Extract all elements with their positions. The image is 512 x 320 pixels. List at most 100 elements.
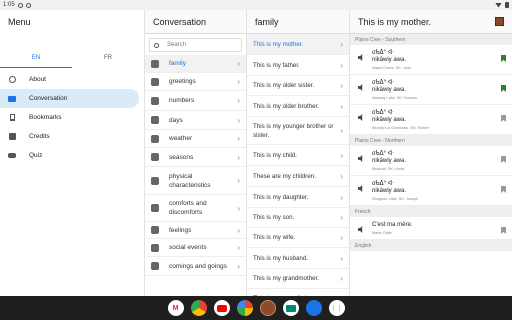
phrase-item[interactable]: This is my husband. ›: [247, 248, 349, 269]
chevron-right-icon: ›: [340, 60, 343, 70]
speaker-icon[interactable]: [358, 114, 363, 121]
bookmark-icon[interactable]: [501, 115, 506, 122]
category-item[interactable]: weather ›: [145, 130, 246, 148]
translation-body: σᑲᐃᐢ ᐊᐧ nikâwiy awa. Maskeg Lake, SK: Dolo…: [372, 80, 501, 101]
phrase-label: This is my son.: [253, 214, 295, 221]
menu-item-conversation[interactable]: Conversation: [0, 89, 139, 108]
status-time: 1:05: [3, 2, 15, 8]
translation-text: nikâwiy awa.: [372, 158, 407, 164]
translation-text: C'est ma mère.: [372, 222, 413, 228]
speaker-icon[interactable]: [358, 185, 363, 192]
category-item[interactable]: days ›: [145, 111, 246, 130]
chevron-right-icon: ›: [340, 253, 343, 263]
phrase-item[interactable]: This is my older sister. ›: [247, 76, 349, 96]
comforts-icon: [151, 204, 159, 212]
menu-item-label: Conversation: [29, 95, 68, 102]
photos-icon[interactable]: [236, 300, 253, 316]
menu-item-label: Quiz: [29, 152, 43, 159]
phrase-item[interactable]: These are my children. ›: [247, 166, 349, 187]
category-item[interactable]: numbers ›: [145, 91, 246, 111]
phrase-item[interactable]: This is my wife. ›: [247, 228, 349, 248]
phrase-item[interactable]: This is my older brother. ›: [247, 96, 349, 117]
speaker-icon[interactable]: [358, 84, 363, 91]
phrase-label: This is my older sister.: [253, 82, 315, 89]
gmail-icon[interactable]: M: [167, 300, 184, 316]
meet-icon[interactable]: [282, 300, 299, 316]
categories-title: Conversation: [145, 10, 246, 34]
category-item[interactable]: comforts and discomforts ›: [145, 195, 246, 222]
heart-icon: [151, 226, 159, 234]
category-label: comforts and discomforts: [169, 200, 207, 216]
menu-item-about[interactable]: About: [0, 70, 139, 89]
chevron-right-icon: ›: [237, 96, 240, 105]
speaker-icon[interactable]: [358, 54, 363, 61]
category-item[interactable]: family ›: [145, 55, 246, 73]
phrase-item[interactable]: This is my younger brother or sister. ›: [247, 117, 349, 145]
speaker-icon[interactable]: [358, 226, 363, 233]
category-item[interactable]: seasons ›: [145, 148, 246, 167]
syllabics-text: σᑲᐃᐢ ᐊᐧ: [372, 110, 394, 116]
chevron-right-icon: ›: [237, 115, 240, 125]
phrase-label: This is my mother.: [253, 40, 304, 48]
search-input[interactable]: Search: [149, 38, 242, 52]
chevron-right-icon: ›: [340, 39, 343, 49]
category-item[interactable]: comings and goings ›: [145, 257, 246, 276]
chevron-right-icon: ›: [340, 233, 343, 242]
phrase-item[interactable]: This is my grandmother. ›: [247, 269, 349, 289]
bookmark-icon[interactable]: [501, 227, 506, 234]
bookmark-icon[interactable]: [501, 85, 506, 92]
bookmark-icon[interactable]: [501, 156, 506, 163]
menu-item-bookmarks[interactable]: Bookmarks: [0, 108, 139, 127]
notification-icon: [17, 2, 23, 8]
phrase-item[interactable]: This is my mother. ›: [247, 34, 349, 55]
menu-item-quiz[interactable]: Quiz: [0, 146, 139, 165]
phrase-label: This is my daughter.: [253, 193, 309, 201]
syllabics-text: σᑲᐃᐢ ᐊᐧ: [372, 50, 394, 56]
chevron-right-icon: ›: [340, 171, 343, 181]
translation-row: σᑲᐃᐢ ᐊᐧ nikâwiy awa. Beauval, SK: Linda: [350, 146, 512, 176]
files-icon[interactable]: [305, 300, 322, 316]
category-item[interactable]: greetings ›: [145, 73, 246, 91]
phrase-label: This is my husband.: [253, 254, 309, 262]
gamepad-icon: [8, 152, 16, 160]
youtube-icon[interactable]: [213, 300, 230, 316]
app-icon[interactable]: [259, 300, 276, 316]
chevron-right-icon: ›: [237, 225, 240, 235]
weather-icon: [151, 134, 159, 143]
snowflake-icon: [151, 153, 159, 161]
speaker-icon[interactable]: [358, 155, 363, 162]
phrase-item[interactable]: This is my grandfather.›: [247, 289, 349, 296]
speaker-credit: Beauval, SK: Linda: [372, 167, 405, 171]
menu-item-label: About: [29, 76, 46, 83]
translation-body: σᑲᐃᐢ ᐊᐧ nikâwiy awa. Beardy's & Okemasis, …: [372, 110, 501, 131]
category-label: social events: [169, 244, 207, 251]
bookmark-icon[interactable]: [501, 55, 506, 62]
phrase-item[interactable]: This is my child. ›: [247, 145, 349, 166]
tab-en[interactable]: EN: [0, 52, 72, 68]
phrase-item[interactable]: This is my daughter. ›: [247, 187, 349, 208]
category-item[interactable]: physical characteristics ›: [145, 167, 246, 195]
translation-text: nikâwiy awa.: [372, 57, 407, 63]
phrase-item[interactable]: This is my son. ›: [247, 208, 349, 228]
menu-item-credits[interactable]: Credits: [0, 127, 139, 146]
bookmark-icon[interactable]: [501, 186, 506, 193]
category-item[interactable]: social events ›: [145, 239, 246, 257]
detail-header: This is my mother.: [350, 10, 512, 34]
phrases-pane: family This is my mother. › This is my fat…: [247, 10, 350, 296]
app-drawer-icon[interactable]: ⋮⋮: [328, 300, 345, 316]
chevron-right-icon: ›: [340, 126, 343, 135]
speaker-credit: Marie-Odile: [372, 231, 392, 235]
walk-icon: [151, 262, 159, 270]
app-logo-icon[interactable]: [495, 17, 504, 26]
menu-title: Menu: [0, 10, 144, 34]
search-icon: [154, 42, 159, 48]
menu-list: About Conversation Bookmarks Credits Qui…: [0, 70, 144, 165]
chrome-icon[interactable]: [190, 300, 207, 316]
translation-row: C'est ma mère. Marie-Odile: [350, 217, 512, 240]
category-item[interactable]: feelings ›: [145, 222, 246, 239]
wifi-icon: [495, 2, 502, 8]
phrases-title: family: [247, 10, 349, 34]
phrase-item[interactable]: This is my father. ›: [247, 55, 349, 76]
tab-fr[interactable]: FR: [72, 52, 144, 68]
chevron-right-icon: ›: [237, 77, 240, 86]
